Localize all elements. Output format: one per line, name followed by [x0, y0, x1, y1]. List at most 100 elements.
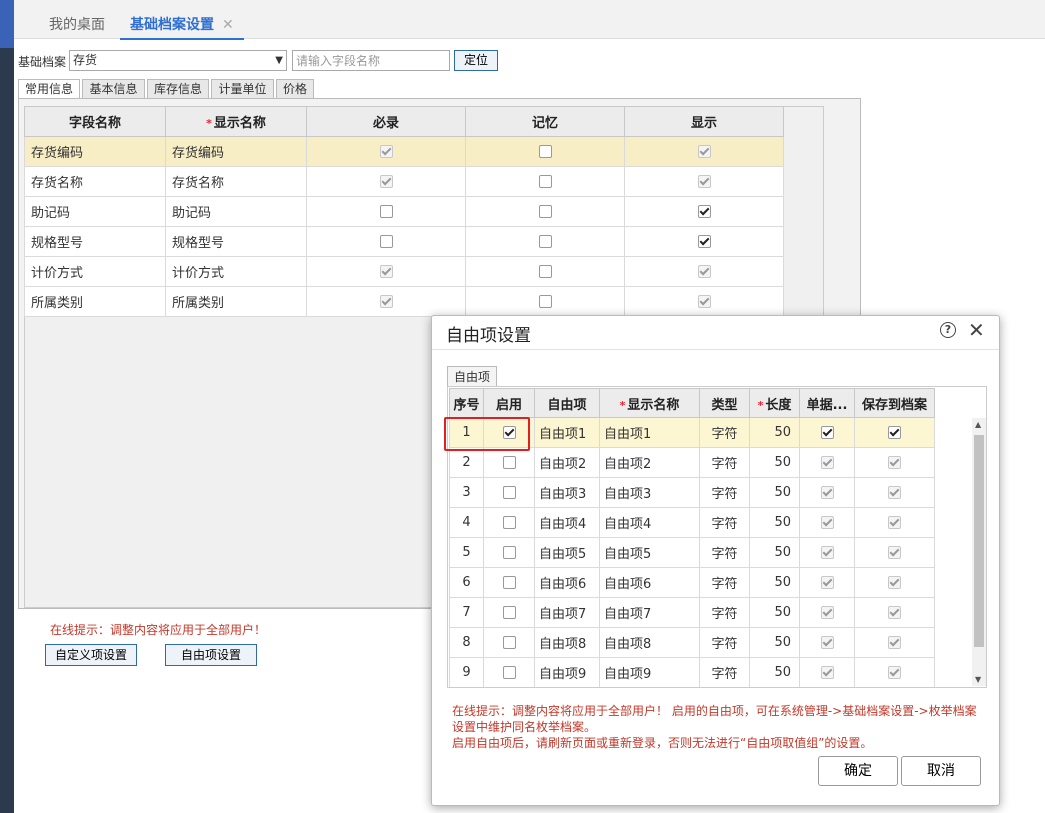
table-row[interactable]: 计价方式 计价方式: [24, 256, 784, 287]
custom-item-settings-button[interactable]: 自定义项设置: [45, 644, 137, 666]
memory-checkbox[interactable]: [538, 235, 552, 248]
table-row[interactable]: 6 自由项6 自由项6 字符 50: [449, 567, 935, 598]
display-name-cell[interactable]: 计价方式: [165, 256, 307, 287]
archive-select[interactable]: 存货 ▼: [69, 50, 287, 71]
free-item-cell: 自由项7: [534, 597, 600, 628]
vertical-scrollbar[interactable]: ▲ ▼: [972, 418, 986, 686]
length-cell[interactable]: 50: [749, 507, 800, 538]
scrollbar-thumb[interactable]: [974, 435, 984, 647]
memory-checkbox[interactable]: [538, 205, 552, 218]
table-row[interactable]: 2 自由项2 自由项2 字符 50: [449, 447, 935, 478]
table-row[interactable]: 7 自由项7 自由项7 字符 50: [449, 597, 935, 628]
cancel-button[interactable]: 取消: [901, 756, 981, 786]
show-checkbox[interactable]: [697, 205, 711, 218]
subtab-common[interactable]: 常用信息: [18, 79, 80, 99]
memory-checkbox[interactable]: [538, 175, 552, 188]
save-cell: [854, 567, 935, 598]
length-cell[interactable]: 50: [749, 477, 800, 508]
display-name-cell[interactable]: 自由项3: [599, 477, 700, 508]
memory-checkbox[interactable]: [538, 265, 552, 278]
tab-desktop[interactable]: 我的桌面: [49, 12, 105, 38]
display-name-cell[interactable]: 自由项2: [599, 447, 700, 478]
display-name-cell[interactable]: 自由项6: [599, 567, 700, 598]
close-icon[interactable]: ✕: [968, 318, 985, 342]
memory-cell: [465, 226, 625, 257]
left-nav-accent: [0, 0, 14, 48]
table-row[interactable]: 4 自由项4 自由项4 字符 50: [449, 507, 935, 538]
document-cell: [799, 627, 855, 658]
document-checkbox[interactable]: [820, 426, 834, 439]
table-row[interactable]: 规格型号 规格型号: [24, 226, 784, 257]
display-name-cell[interactable]: 存货名称: [165, 166, 307, 197]
enabled-checkbox[interactable]: [502, 606, 516, 619]
free-item-settings-button[interactable]: 自由项设置: [165, 644, 257, 666]
memory-checkbox[interactable]: [538, 295, 552, 308]
type-cell[interactable]: 字符: [699, 417, 750, 448]
subtab-unit[interactable]: 计量单位: [211, 79, 274, 98]
enabled-checkbox[interactable]: [502, 486, 516, 499]
display-name-cell[interactable]: 自由项5: [599, 537, 700, 568]
type-cell[interactable]: 字符: [699, 537, 750, 568]
display-name-cell[interactable]: 规格型号: [165, 226, 307, 257]
type-cell[interactable]: 字符: [699, 627, 750, 658]
dialog-tab-free-item[interactable]: 自由项: [447, 366, 497, 386]
subtab-inventory[interactable]: 库存信息: [147, 79, 209, 98]
type-cell[interactable]: 字符: [699, 477, 750, 508]
enabled-checkbox[interactable]: [502, 666, 516, 679]
subtab-price[interactable]: 价格: [276, 79, 314, 98]
table-row[interactable]: 助记码 助记码: [24, 196, 784, 227]
length-cell[interactable]: 50: [749, 417, 800, 448]
save-checkbox[interactable]: [888, 426, 901, 439]
enabled-checkbox[interactable]: [502, 636, 516, 649]
type-cell[interactable]: 字符: [699, 657, 750, 687]
display-name-cell[interactable]: 自由项1: [599, 417, 700, 448]
enabled-checkbox[interactable]: [502, 516, 516, 529]
length-cell[interactable]: 50: [749, 537, 800, 568]
required-checkbox[interactable]: [379, 235, 393, 248]
document-cell: [799, 537, 855, 568]
length-cell[interactable]: 50: [749, 447, 800, 478]
show-checkbox[interactable]: [697, 235, 711, 248]
save-cell: [854, 447, 935, 478]
table-row[interactable]: 存货编码 存货编码: [24, 136, 784, 167]
display-name-cell[interactable]: 自由项4: [599, 507, 700, 538]
length-cell[interactable]: 50: [749, 627, 800, 658]
help-icon[interactable]: ?: [940, 322, 956, 338]
scroll-down-icon[interactable]: ▼: [975, 675, 981, 684]
type-cell[interactable]: 字符: [699, 507, 750, 538]
type-cell[interactable]: 字符: [699, 447, 750, 478]
display-name-cell[interactable]: 存货编码: [165, 136, 307, 167]
display-name-cell[interactable]: 助记码: [165, 196, 307, 227]
display-name-cell[interactable]: 自由项8: [599, 627, 700, 658]
length-cell[interactable]: 50: [749, 567, 800, 598]
display-name-cell[interactable]: 所属类别: [165, 286, 307, 317]
subtab-basic[interactable]: 基本信息: [82, 79, 145, 98]
memory-checkbox[interactable]: [538, 145, 552, 158]
length-cell[interactable]: 50: [749, 657, 800, 687]
required-checkbox[interactable]: [379, 205, 393, 218]
tab-archive-settings[interactable]: 基础档案设置 ✕: [120, 12, 244, 40]
locate-button[interactable]: 定位: [454, 50, 498, 71]
table-row[interactable]: 8 自由项8 自由项8 字符 50: [449, 627, 935, 658]
display-name-cell[interactable]: 自由项9: [599, 657, 700, 687]
seq-cell: 3: [449, 477, 484, 508]
tab-close-icon[interactable]: ✕: [222, 17, 234, 33]
table-row[interactable]: 9 自由项9 自由项9 字符 50: [449, 657, 935, 687]
length-cell[interactable]: 50: [749, 597, 800, 628]
type-cell[interactable]: 字符: [699, 597, 750, 628]
table-row[interactable]: 3 自由项3 自由项3 字符 50: [449, 477, 935, 508]
enabled-checkbox[interactable]: [502, 456, 516, 469]
table-row[interactable]: 所属类别 所属类别: [24, 286, 784, 317]
table-row[interactable]: 存货名称 存货名称: [24, 166, 784, 197]
document-cell: [799, 417, 855, 448]
display-name-cell[interactable]: 自由项7: [599, 597, 700, 628]
enabled-checkbox[interactable]: [502, 576, 516, 589]
enabled-checkbox[interactable]: [502, 546, 516, 559]
table-row[interactable]: 5 自由项5 自由项5 字符 50: [449, 537, 935, 568]
memory-cell: [465, 166, 625, 197]
field-search-input[interactable]: [292, 50, 450, 71]
type-cell[interactable]: 字符: [699, 567, 750, 598]
save-cell: [854, 597, 935, 628]
scroll-up-icon[interactable]: ▲: [975, 420, 981, 429]
ok-button[interactable]: 确定: [818, 756, 898, 786]
